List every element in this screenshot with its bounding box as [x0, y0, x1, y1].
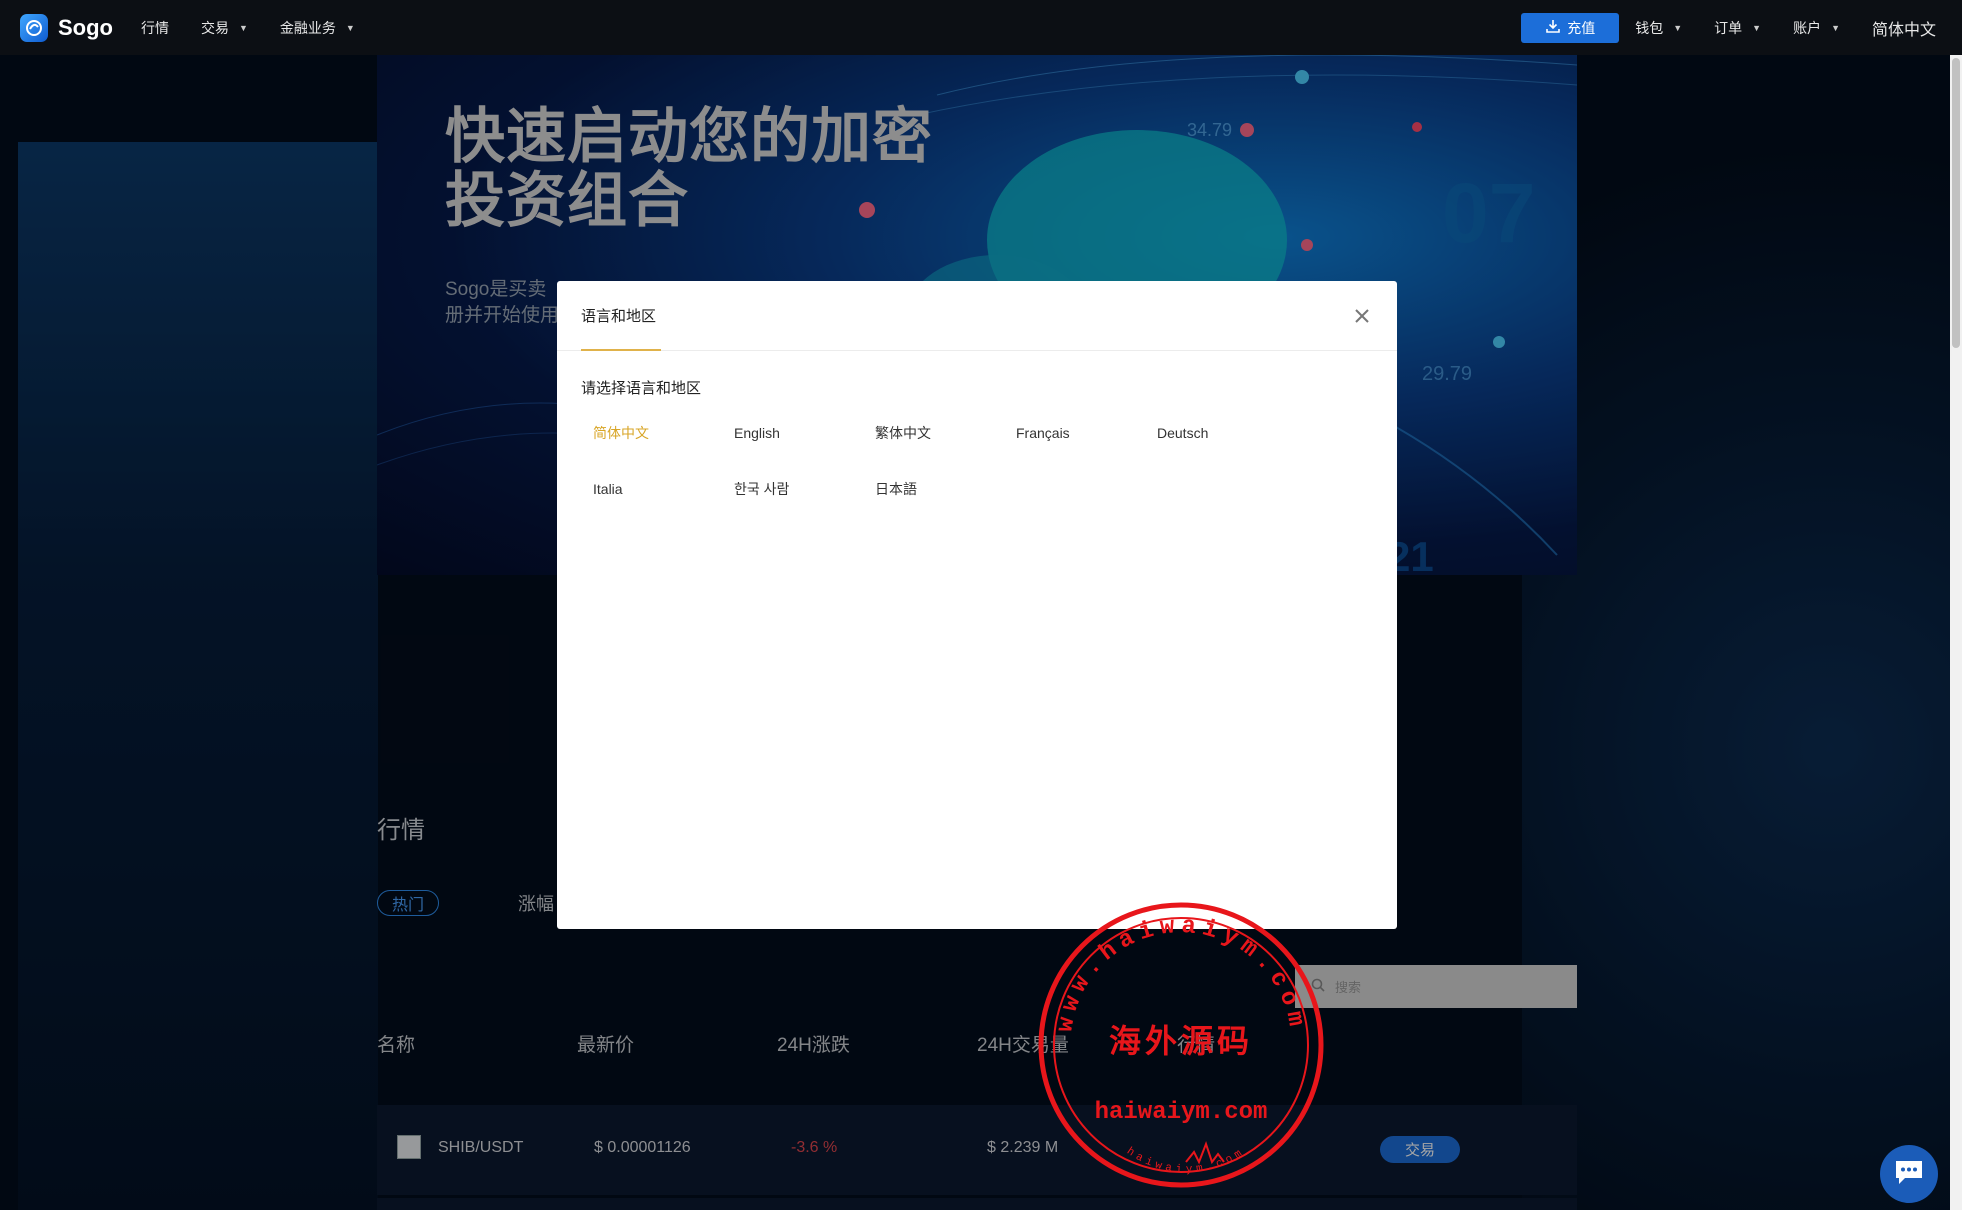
- caret-down-icon: ▼: [345, 22, 355, 33]
- caret-down-icon: ▼: [1673, 22, 1683, 33]
- modal-header: 语言和地区: [557, 281, 1397, 351]
- language-option-en[interactable]: English: [734, 422, 875, 444]
- language-option-ja[interactable]: 日本語: [875, 478, 1016, 500]
- nav-item-label: 钱包: [1635, 19, 1664, 36]
- nav-menu: 行情 交易 ▼ 金融业务 ▼: [141, 18, 355, 38]
- caret-down-icon: ▼: [1831, 22, 1840, 33]
- svg-text:www.haiwaiym.com: www.haiwaiym.com: [1052, 913, 1310, 1034]
- nav-item-account[interactable]: 账户 ▼: [1793, 18, 1840, 38]
- language-option-it[interactable]: Italia: [593, 478, 734, 500]
- top-nav: Sogo 行情 交易 ▼ 金融业务 ▼ 充值 钱包 ▼ 订单 ▼ 账户 ▼ 简体…: [0, 0, 1962, 55]
- chat-button[interactable]: [1880, 1145, 1938, 1203]
- chat-icon: [1893, 1158, 1925, 1191]
- caret-down-icon: ▼: [1752, 22, 1762, 33]
- scrollbar-thumb[interactable]: [1952, 58, 1960, 348]
- nav-right: 充值 钱包 ▼ 订单 ▼ 账户 ▼ 简体中文: [1521, 0, 1962, 55]
- watermark-arc-text: www.haiwaiym.com: [1052, 913, 1304, 1034]
- nav-item-label: 账户: [1793, 19, 1822, 36]
- brand-logo[interactable]: Sogo: [20, 13, 113, 42]
- download-icon: [1545, 18, 1561, 37]
- language-switcher[interactable]: 简体中文: [1872, 16, 1936, 40]
- language-modal: 语言和地区 请选择语言和地区 简体中文 English 繁体中文 Françai…: [557, 281, 1397, 929]
- language-option-zh-hans[interactable]: 简体中文: [593, 422, 734, 444]
- recharge-label: 充值: [1567, 19, 1596, 36]
- language-list: 简体中文 English 繁体中文 Français Deutsch Itali…: [581, 422, 1371, 500]
- nav-item-orders[interactable]: 订单 ▼: [1714, 18, 1761, 38]
- language-option-fr[interactable]: Français: [1016, 422, 1157, 444]
- language-option-zh-hant[interactable]: 繁体中文: [875, 422, 1016, 444]
- brand-name: Sogo: [58, 14, 113, 40]
- nav-item-market[interactable]: 行情: [141, 18, 169, 38]
- logo-icon: [20, 13, 48, 42]
- modal-body: 请选择语言和地区 简体中文 English 繁体中文 Français Deut…: [581, 377, 1371, 500]
- nav-item-label: 交易: [201, 19, 229, 36]
- nav-item-wallet[interactable]: 钱包 ▼: [1635, 18, 1682, 38]
- recharge-button[interactable]: 充值: [1521, 12, 1620, 43]
- nav-item-label: 订单: [1714, 19, 1743, 36]
- modal-title: 语言和地区: [581, 308, 657, 325]
- close-icon[interactable]: [1349, 303, 1375, 329]
- nav-item-finance[interactable]: 金融业务 ▼: [280, 18, 355, 38]
- language-option-de[interactable]: Deutsch: [1157, 422, 1298, 444]
- modal-prompt: 请选择语言和地区: [581, 380, 702, 397]
- language-option-ko[interactable]: 한국 사람: [734, 478, 875, 500]
- watermark-center-text: 海外源码: [1109, 1022, 1253, 1060]
- nav-item-label: 行情: [141, 19, 169, 36]
- modal-title-underline: [581, 349, 661, 351]
- watermark-stamp: www.haiwaiym.com 海外源码 haiwaiym.com haiwa…: [1038, 902, 1324, 1188]
- watermark-domain: haiwaiym.com: [1095, 1099, 1268, 1126]
- caret-down-icon: ▼: [239, 22, 248, 33]
- nav-item-trade[interactable]: 交易 ▼: [201, 18, 248, 38]
- nav-item-label: 金融业务: [279, 19, 336, 36]
